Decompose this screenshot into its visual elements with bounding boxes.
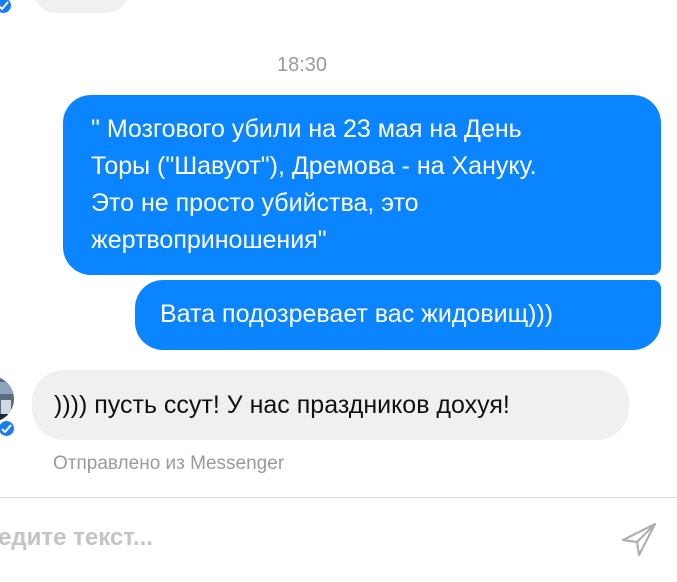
- messenger-badge-icon: [0, 0, 13, 15]
- message-timestamp: 18:30: [276, 54, 328, 76]
- messenger-badge-icon: [0, 419, 16, 438]
- sent-via-label: Отправлено из Messenger: [53, 453, 285, 474]
- previous-message-bubble[interactable]: [34, 0, 128, 13]
- message-text: )))) пусть ссут! У нас праздников дохуя!: [54, 391, 510, 419]
- message-input[interactable]: едите текст...: [0, 524, 153, 552]
- message-line: Это не просто убийства, это: [91, 189, 419, 217]
- avatar[interactable]: [0, 376, 14, 422]
- send-icon[interactable]: [619, 519, 659, 564]
- message-text: Вата подозревает вас жидовищ))): [160, 300, 554, 328]
- incoming-message-bubble[interactable]: )))) пусть ссут! У нас праздников дохуя!: [32, 370, 629, 440]
- message-line: " Мозгового убили на 23 мая на День: [91, 115, 522, 143]
- message-line: жертвоприношения": [91, 226, 327, 254]
- composer-divider: [0, 497, 677, 498]
- outgoing-message-bubble[interactable]: " Мозгового убили на 23 мая на День Торы…: [63, 95, 661, 275]
- outgoing-message-bubble[interactable]: Вата подозревает вас жидовищ))): [135, 280, 661, 350]
- message-line: Торы ("Шавуот"), Дремова - на Хануку.: [91, 152, 537, 180]
